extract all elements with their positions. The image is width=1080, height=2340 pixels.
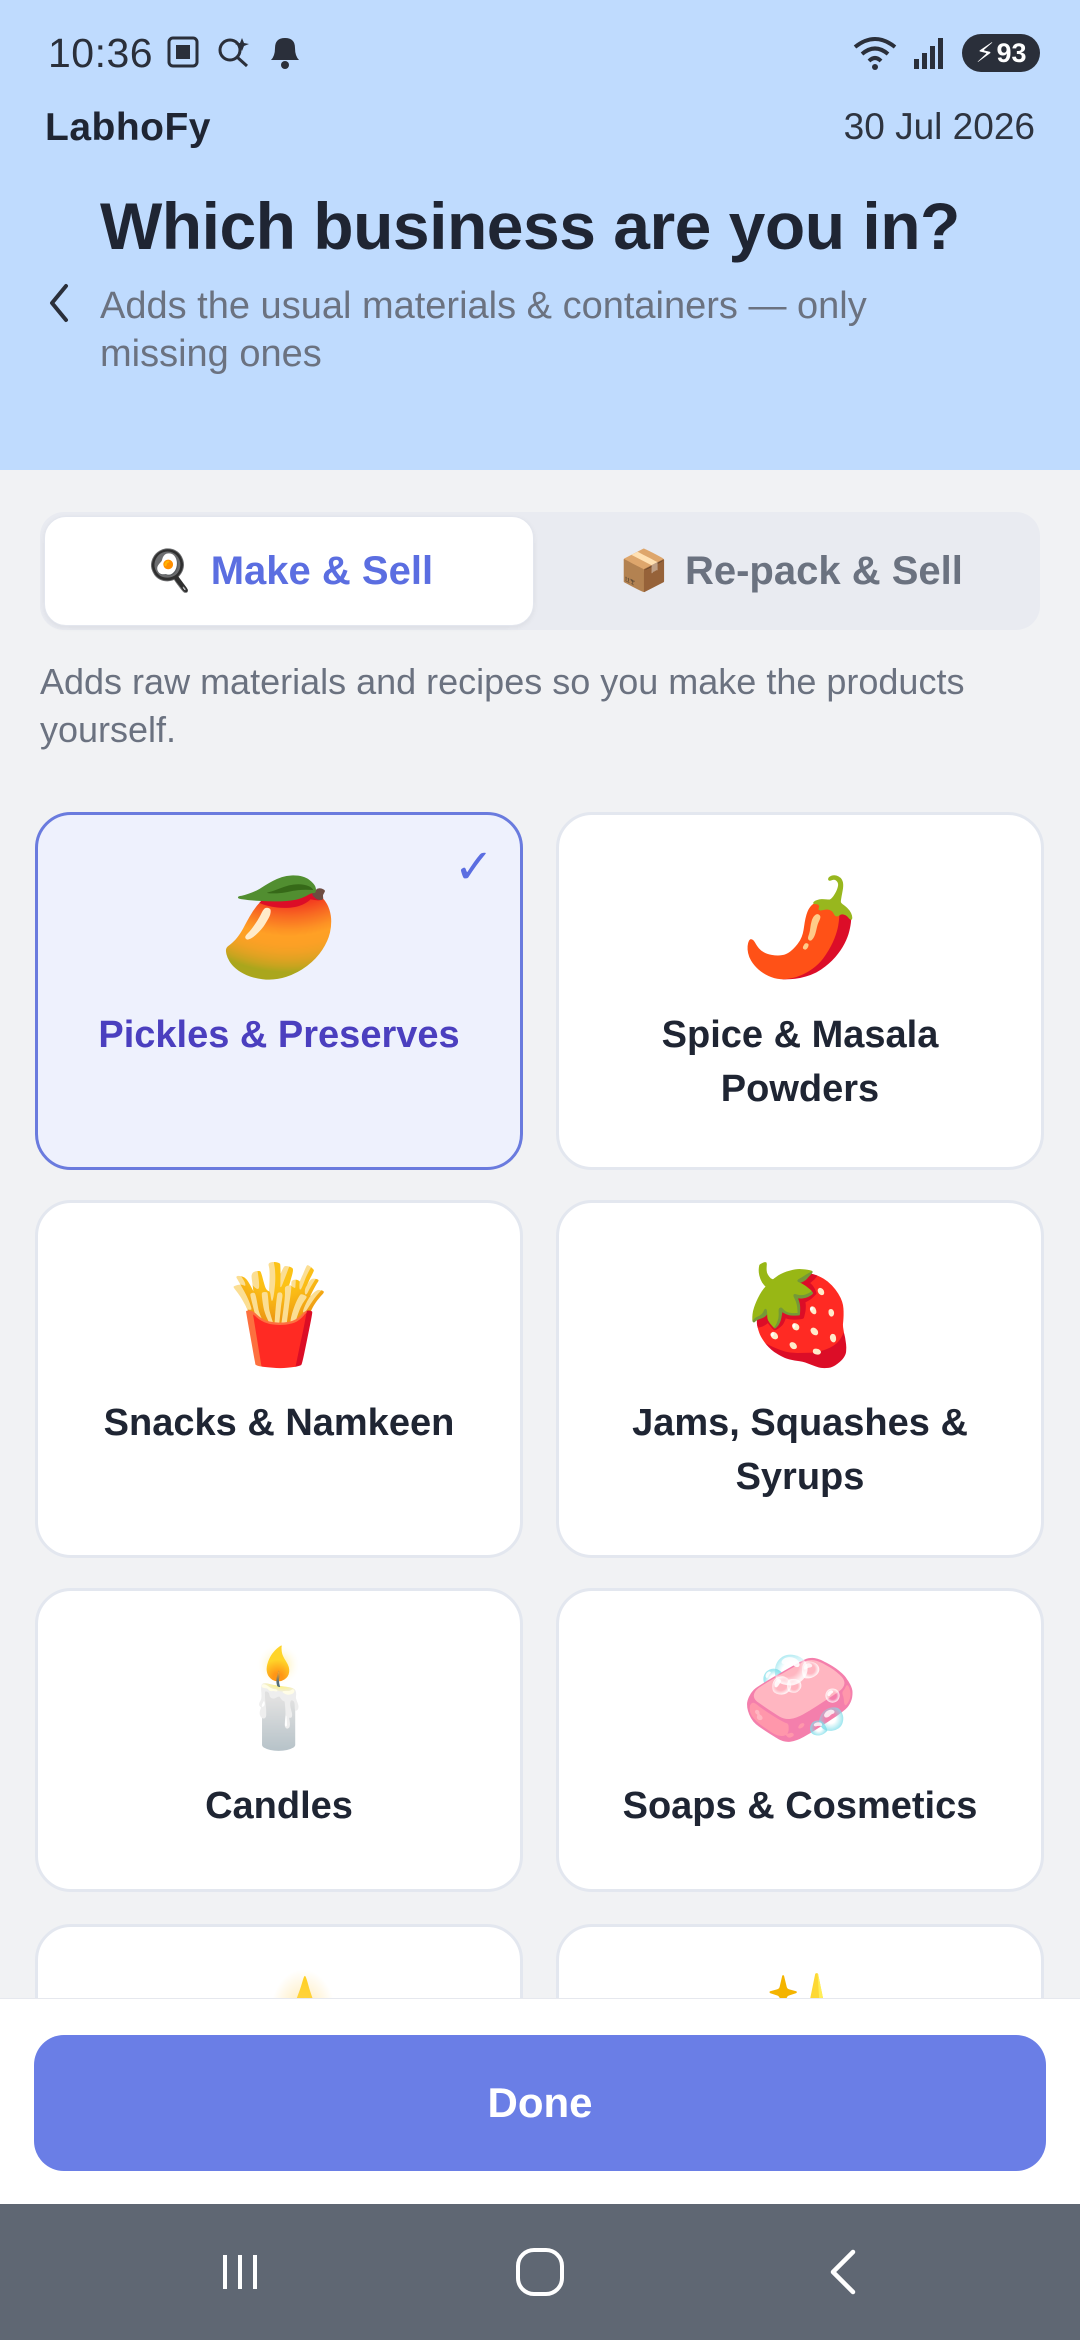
category-label: Spice & Masala Powders	[661, 1014, 939, 1110]
bolt-icon: ⚡	[975, 37, 995, 68]
diya-lamp-icon: 🪔	[219, 1977, 339, 1999]
home-icon[interactable]	[500, 2242, 580, 2302]
category-card-snacks[interactable]: 🍟 Snacks & Namkeen	[35, 1200, 523, 1558]
strawberry-icon: 🍓	[740, 1262, 860, 1369]
category-label: Candles	[205, 1785, 353, 1827]
frying-pan-icon: 🍳	[144, 549, 195, 593]
category-card-partial-2[interactable]: ✨	[556, 1924, 1044, 1998]
category-card-soaps[interactable]: 🧼 Soaps & Cosmetics	[556, 1588, 1044, 1892]
sparkles-icon: ✨	[740, 1977, 860, 1999]
page-title: Which business are you in?	[100, 189, 960, 263]
category-label: Soaps & Cosmetics	[622, 1785, 978, 1827]
category-card-pickles[interactable]: ✓ 🥭 Pickles & Preserves	[35, 812, 523, 1170]
assistant-icon	[218, 38, 249, 68]
mode-description: Adds raw materials and recipes so you ma…	[40, 661, 965, 750]
done-button[interactable]: Done	[34, 2035, 1046, 2171]
category-grid: ✓ 🥭 Pickles & Preserves 🌶️ Spice & Masal…	[0, 800, 1080, 1998]
back-chevron-icon[interactable]	[40, 278, 80, 328]
category-card-candles[interactable]: 🕯️ Candles	[35, 1588, 523, 1892]
footer: Done	[0, 1998, 1080, 2204]
system-navbar	[0, 2204, 1080, 2340]
category-card-spice[interactable]: 🌶️ Spice & Masala Powders	[556, 812, 1044, 1170]
category-label: Snacks & Namkeen	[103, 1402, 455, 1444]
mode-tabs: 🍳 Make & Sell 📦 Re-pack & Sell	[40, 512, 1040, 630]
chili-pepper-icon: 🌶️	[740, 874, 860, 981]
category-label: Pickles & Preserves	[98, 1014, 460, 1056]
status-icons-left	[165, 34, 303, 70]
category-card-jams[interactable]: 🍓 Jams, Squashes & Syrups	[556, 1200, 1044, 1558]
wifi-icon	[853, 37, 897, 70]
soap-icon: 🧼	[740, 1645, 860, 1752]
check-icon: ✓	[453, 841, 494, 894]
signal-icon	[914, 38, 943, 69]
tab-label: Make & Sell	[210, 548, 434, 593]
back-nav-icon[interactable]	[804, 2242, 884, 2302]
status-time: 10:36	[48, 30, 154, 76]
screenshot-icon	[167, 36, 199, 68]
category-label: Jams, Squashes & Syrups	[632, 1402, 968, 1498]
mango-icon: 🥭	[219, 874, 339, 981]
battery-icon: ⚡ 93	[962, 34, 1040, 72]
header: 10:36 ⚡ 93 LabhoFy 30 Jul 2026 Which bus…	[0, 0, 1080, 470]
fries-icon: 🍟	[219, 1262, 339, 1369]
header-date: 30 Jul 2026	[843, 106, 1035, 147]
tab-repack-and-sell[interactable]: 📦 Re-pack & Sell	[546, 516, 1036, 626]
candle-icon: 🕯️	[219, 1645, 339, 1752]
status-icons-right: ⚡ 93	[852, 34, 1040, 72]
battery-level: 93	[996, 37, 1027, 68]
status-bar: 10:36 ⚡ 93	[0, 0, 1080, 110]
recent-apps-icon[interactable]	[200, 2242, 280, 2302]
tab-make-and-sell[interactable]: 🍳 Make & Sell	[44, 516, 534, 626]
notification-bell-icon	[271, 38, 299, 69]
category-card-partial-1[interactable]: 🪔	[35, 1924, 523, 1998]
app-name: LabhoFy	[45, 106, 211, 149]
page-subtitle: Adds the usual materials & containers — …	[100, 285, 867, 375]
package-icon: 📦	[619, 549, 669, 593]
tab-label: Re-pack & Sell	[684, 548, 963, 593]
